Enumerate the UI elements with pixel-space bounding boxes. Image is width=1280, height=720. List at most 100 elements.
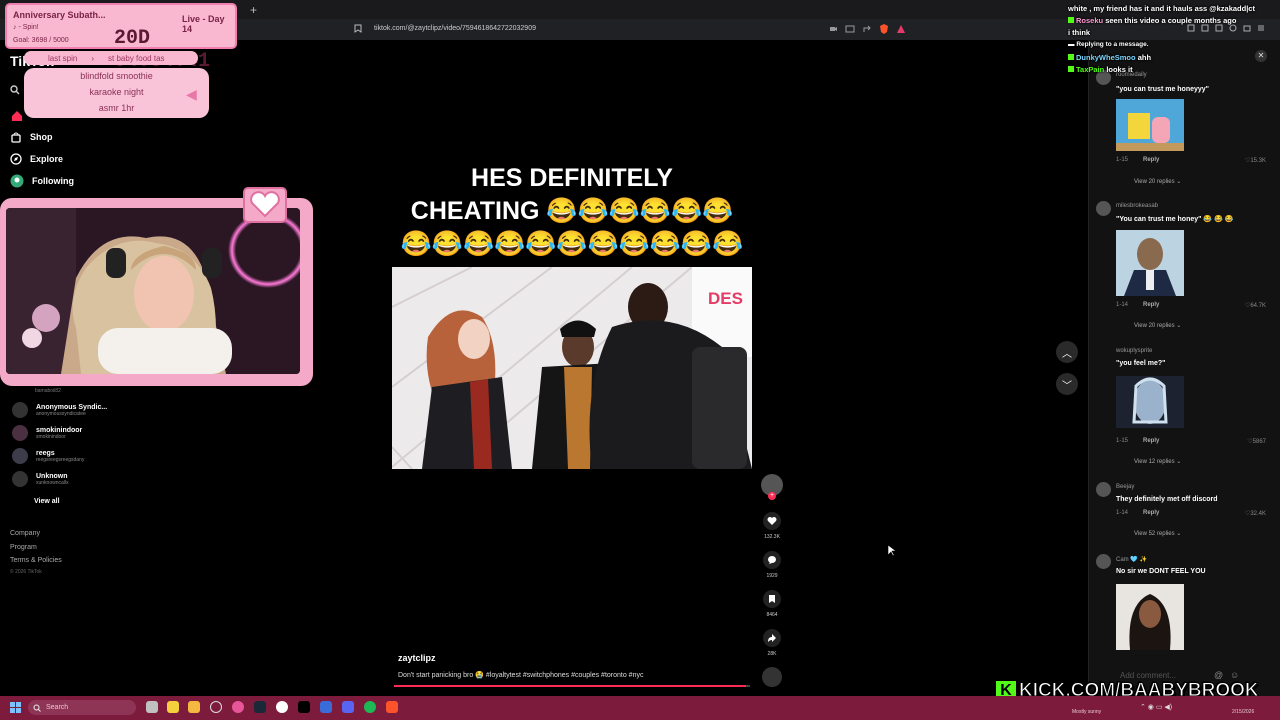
sticky-notes-icon[interactable] bbox=[167, 701, 179, 713]
sidebar-icon[interactable] bbox=[1187, 24, 1195, 32]
comment-likes[interactable]: ♡64.7K bbox=[1245, 302, 1266, 309]
comment-username[interactable]: milesbrokeasab bbox=[1116, 203, 1158, 209]
nav-shop[interactable]: Shop bbox=[10, 129, 53, 145]
app-icon[interactable] bbox=[232, 701, 244, 713]
video-progress-bar[interactable] bbox=[394, 685, 750, 687]
nav-following[interactable]: Following bbox=[10, 173, 74, 189]
chrome-icon[interactable] bbox=[276, 701, 288, 713]
share-icon[interactable] bbox=[862, 24, 872, 34]
comment-button[interactable]: 1929 bbox=[761, 551, 783, 579]
reader-icon[interactable] bbox=[1201, 24, 1209, 32]
video-description: Don't start panicking bro 😭 #loyaltytest… bbox=[398, 672, 644, 679]
previous-video-button[interactable]: ︿ bbox=[1056, 341, 1078, 363]
comment-likes[interactable]: ♡15.3K bbox=[1245, 157, 1266, 164]
no-camera-icon[interactable] bbox=[828, 24, 838, 34]
like-button[interactable]: 132.3K bbox=[761, 512, 783, 540]
steam-icon[interactable] bbox=[254, 701, 266, 713]
wallet-icon[interactable] bbox=[1243, 24, 1251, 32]
webcam-feed bbox=[6, 208, 300, 374]
music-disc[interactable] bbox=[761, 667, 783, 687]
nav-explore[interactable]: Explore bbox=[10, 151, 63, 167]
chat-message: DunkyWheSmoo ahh bbox=[1068, 53, 1151, 62]
countdown-timer: 20D 04:54:41 bbox=[114, 27, 210, 73]
discord-icon[interactable] bbox=[342, 701, 354, 713]
following-icon bbox=[10, 174, 24, 188]
avatar bbox=[1096, 482, 1111, 497]
chevron-up-icon: ︿ bbox=[1062, 348, 1072, 360]
brave-rewards-icon[interactable] bbox=[896, 24, 906, 34]
creator-avatar-button[interactable]: + bbox=[761, 474, 783, 500]
store-sign: DES bbox=[708, 289, 743, 308]
brave-icon[interactable] bbox=[386, 701, 398, 713]
kick-badge-icon bbox=[1068, 54, 1074, 60]
footer-link[interactable]: Company bbox=[10, 530, 40, 537]
comment-likes[interactable]: ♡5867 bbox=[1247, 438, 1266, 445]
comment-username[interactable]: wokuplysprite bbox=[1116, 348, 1152, 354]
following-account[interactable]: reegs reegsreegsreegsdany bbox=[12, 448, 84, 464]
share-button[interactable]: 28K bbox=[761, 629, 783, 657]
avatar bbox=[1096, 201, 1111, 216]
address-bar[interactable]: tiktok.com/@zaytclipz/video/759461864272… bbox=[374, 25, 536, 32]
following-account[interactable]: Unknown xunknowncallx bbox=[12, 471, 69, 487]
following-account[interactable]: smokinindoor smokinindoor bbox=[12, 425, 82, 441]
brave-shield-icon[interactable] bbox=[879, 24, 889, 34]
view-replies-button[interactable]: View 20 replies ⌄ bbox=[1134, 178, 1181, 185]
spin-label: ♪ - Spin! bbox=[13, 24, 39, 31]
reply-button[interactable]: Reply bbox=[1143, 510, 1159, 516]
close-comments-button[interactable]: ✕ bbox=[1255, 50, 1267, 62]
view-all-link[interactable]: View all bbox=[34, 498, 60, 505]
reply-button[interactable]: Reply bbox=[1143, 438, 1159, 444]
comment-username[interactable]: Beejay bbox=[1116, 484, 1134, 490]
tabs-icon[interactable] bbox=[1215, 24, 1223, 32]
spotify-icon[interactable] bbox=[364, 701, 376, 713]
comment-likes[interactable]: ♡32.4K bbox=[1245, 510, 1266, 517]
chevron-right-icon: › bbox=[91, 53, 95, 63]
home-icon[interactable] bbox=[11, 110, 23, 122]
chat-reply-indicator: ▬ Replying to a message. bbox=[1068, 41, 1149, 48]
obs-icon[interactable] bbox=[210, 701, 222, 713]
avatar bbox=[12, 471, 28, 487]
app-icon[interactable] bbox=[320, 701, 332, 713]
tray-icons[interactable]: ⌃ ◉ ▭ ◀) bbox=[1140, 703, 1172, 711]
taskbar-date[interactable]: 2/15/2026 bbox=[1232, 709, 1254, 715]
file-explorer-icon[interactable] bbox=[188, 701, 200, 713]
chat-message: i think bbox=[1068, 28, 1091, 37]
save-button[interactable]: 8464 bbox=[761, 590, 783, 618]
start-icon[interactable] bbox=[10, 702, 21, 713]
last-spin-ticker: last spin › st baby food tas bbox=[24, 51, 198, 65]
tiktok-app-icon[interactable] bbox=[298, 701, 310, 713]
vpn-icon[interactable] bbox=[1229, 24, 1237, 32]
kick-badge-icon bbox=[1068, 17, 1074, 23]
goal-label: Goal: 3698 / 5000 bbox=[13, 37, 69, 44]
search-icon[interactable] bbox=[10, 85, 20, 95]
taskbar-search[interactable]: Search bbox=[28, 700, 136, 715]
video-player[interactable]: DES bbox=[392, 267, 752, 469]
heart-icon bbox=[767, 516, 777, 526]
comment-image[interactable] bbox=[1116, 584, 1184, 650]
menu-icon[interactable] bbox=[1257, 24, 1265, 32]
comment-text: "you can trust me honeyyy" bbox=[1116, 86, 1209, 93]
following-account[interactable]: Anonymous Syndic... anonymoussyndicatee bbox=[12, 402, 107, 418]
comment-image[interactable] bbox=[1116, 230, 1184, 296]
comment-image[interactable] bbox=[1116, 376, 1184, 428]
bookmark-icon[interactable] bbox=[354, 24, 362, 33]
reply-button[interactable]: Reply bbox=[1143, 302, 1159, 308]
footer-link[interactable]: Program bbox=[10, 544, 37, 551]
view-replies-button[interactable]: View 52 replies ⌄ bbox=[1134, 530, 1181, 537]
task-view-icon[interactable] bbox=[146, 701, 158, 713]
video-caption-overlay: HES DEFINITELY CHEATING 😂😂😂😂😂😂 😂😂😂😂😂😂😂😂😂… bbox=[400, 164, 744, 258]
view-replies-button[interactable]: View 20 replies ⌄ bbox=[1134, 322, 1181, 329]
spin-option: asmr 1hr bbox=[98, 103, 135, 113]
comment-image[interactable] bbox=[1116, 99, 1184, 151]
like-count: 132.3K bbox=[764, 534, 780, 540]
view-replies-button[interactable]: View 12 replies ⌄ bbox=[1134, 458, 1181, 465]
creator-name[interactable]: zaytclipz bbox=[398, 653, 436, 663]
browser-toolbar-icons bbox=[1187, 24, 1265, 32]
translate-icon[interactable] bbox=[845, 24, 855, 34]
comment-username[interactable]: Cam 🩵 ✨ bbox=[1116, 556, 1147, 563]
reply-button[interactable]: Reply bbox=[1143, 157, 1159, 163]
footer-link[interactable]: Terms & Policies bbox=[10, 557, 62, 564]
weather-status[interactable]: Mostly sunny bbox=[1072, 709, 1101, 715]
new-tab-button[interactable]: + bbox=[250, 3, 257, 17]
next-video-button[interactable]: ﹀ bbox=[1056, 373, 1078, 395]
